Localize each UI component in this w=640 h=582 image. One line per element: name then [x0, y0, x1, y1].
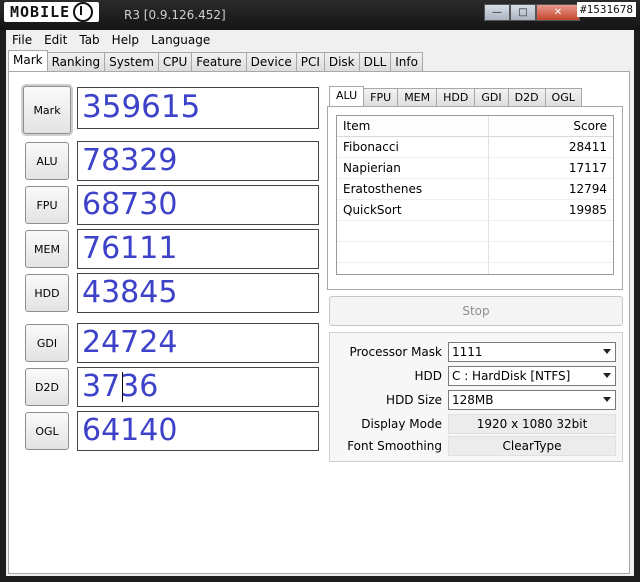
close-icon[interactable]: ✕	[536, 4, 580, 21]
display-mode-row: Display Mode 1920 x 1080 32bit	[330, 413, 624, 435]
mem-button[interactable]: MEM	[25, 230, 69, 268]
text-cursor	[122, 372, 123, 402]
client-area: File Edit Tab Help Language Mark Ranking…	[6, 30, 634, 576]
brand-mark-icon	[73, 2, 94, 22]
results-list[interactable]: Item Score Fibonacci 28411 Napierian 171…	[336, 115, 614, 275]
empty-row	[337, 263, 613, 274]
processor-mask-select[interactable]: 1111	[448, 342, 616, 362]
column-item[interactable]: Item	[337, 116, 489, 136]
column-score[interactable]: Score	[489, 116, 613, 136]
tab-disk[interactable]: Disk	[323, 52, 360, 71]
hdd-size-label: HDD Size	[386, 393, 442, 407]
hdd-select[interactable]: C : HardDisk [NTFS]	[448, 366, 616, 386]
d2d-button[interactable]: D2D	[25, 368, 69, 406]
tab-pci[interactable]: PCI	[295, 52, 325, 71]
tab-feature[interactable]: Feature	[191, 52, 247, 71]
font-smoothing-row: Font Smoothing ClearType	[330, 435, 624, 457]
d2d-score-value: 3736	[82, 369, 159, 404]
settings-group: Processor Mask 1111 HDD C : HardDisk [NT…	[329, 332, 623, 462]
brand-text: MOBILE	[10, 3, 71, 21]
hdd-size-select[interactable]: 128MB	[448, 390, 616, 410]
ogl-button[interactable]: OGL	[25, 412, 69, 450]
mem-score: 76111	[77, 229, 319, 269]
hdd-button[interactable]: HDD	[25, 274, 69, 312]
display-mode-value: 1920 x 1080 32bit	[448, 414, 616, 434]
item-name: Eratosthenes	[337, 179, 489, 199]
processor-mask-row: Processor Mask 1111	[330, 341, 624, 363]
item-score: 17117	[568, 161, 607, 175]
tab-dll[interactable]: DLL	[358, 52, 392, 71]
main-tabs: Mark Ranking System CPU Feature Device P…	[8, 50, 423, 71]
watermark: #1531678	[577, 2, 636, 17]
list-item[interactable]: Fibonacci 28411	[337, 137, 613, 158]
gdi-button[interactable]: GDI	[25, 324, 69, 362]
hdd-value: C : HardDisk [NTFS]	[452, 369, 571, 383]
hdd-row: HDD C : HardDisk [NTFS]	[330, 365, 624, 387]
stop-button[interactable]: Stop	[329, 296, 623, 326]
item-score: 19985	[568, 203, 607, 217]
detail-tabs: ALU FPU MEM HDD GDI D2D OGL	[329, 86, 582, 107]
subtab-ogl[interactable]: OGL	[544, 88, 582, 107]
menu-bar: File Edit Tab Help Language	[6, 30, 634, 50]
item-score: 28411	[568, 140, 607, 154]
window-controls: — □ ✕	[484, 4, 580, 21]
list-header: Item Score	[337, 116, 613, 137]
app-version: R3 [0.9.126.452]	[124, 8, 226, 22]
font-smoothing-value: ClearType	[448, 436, 616, 456]
app-window: MOBILE R3 [0.9.126.452] — □ ✕ #1531678 F…	[0, 0, 640, 582]
fpu-button[interactable]: FPU	[25, 186, 69, 224]
subtab-mem[interactable]: MEM	[397, 88, 438, 107]
gdi-score: 24724	[77, 323, 319, 363]
item-name: Fibonacci	[337, 137, 489, 157]
hdd-size-row: HDD Size 128MB	[330, 389, 624, 411]
tab-mark[interactable]: Mark	[8, 50, 48, 71]
menu-language[interactable]: Language	[145, 33, 216, 47]
mark-score: 359615	[77, 87, 319, 129]
empty-row	[337, 221, 613, 242]
hdd-size-value: 128MB	[452, 393, 494, 407]
tab-device[interactable]: Device	[245, 52, 297, 71]
list-item[interactable]: Napierian 17117	[337, 158, 613, 179]
display-mode-label: Display Mode	[361, 417, 442, 431]
empty-row	[337, 242, 613, 263]
tab-system[interactable]: System	[104, 52, 159, 71]
minimize-icon[interactable]: —	[484, 4, 510, 21]
mark-button[interactable]: Mark	[23, 86, 71, 134]
subtab-alu[interactable]: ALU	[329, 86, 365, 107]
item-name: Napierian	[337, 158, 489, 178]
subtab-d2d[interactable]: D2D	[507, 88, 546, 107]
subtab-fpu[interactable]: FPU	[363, 88, 399, 107]
tab-cpu[interactable]: CPU	[157, 52, 193, 71]
menu-edit[interactable]: Edit	[38, 33, 73, 47]
d2d-score: 3736	[77, 367, 319, 407]
brand-logo: MOBILE	[4, 2, 100, 22]
font-smoothing-label: Font Smoothing	[347, 439, 442, 453]
tab-ranking[interactable]: Ranking	[46, 52, 106, 71]
mark-panel: Mark 359615 ALU 78329 FPU 68730 MEM 7611…	[8, 71, 630, 574]
chevron-down-icon	[603, 349, 611, 354]
processor-mask-value: 1111	[452, 345, 483, 359]
title-bar: MOBILE R3 [0.9.126.452] — □ ✕ #1531678	[0, 0, 640, 30]
maximize-icon[interactable]: □	[510, 4, 536, 21]
ogl-score: 64140	[77, 411, 319, 451]
subtab-hdd[interactable]: HDD	[436, 88, 476, 107]
subtab-gdi[interactable]: GDI	[474, 88, 509, 107]
alu-detail-panel: Item Score Fibonacci 28411 Napierian 171…	[327, 106, 623, 290]
menu-help[interactable]: Help	[106, 33, 145, 47]
menu-tab[interactable]: Tab	[73, 33, 105, 47]
tab-info[interactable]: Info	[390, 52, 423, 71]
list-item[interactable]: Eratosthenes 12794	[337, 179, 613, 200]
chevron-down-icon	[603, 373, 611, 378]
menu-file[interactable]: File	[6, 33, 38, 47]
chevron-down-icon	[603, 397, 611, 402]
list-item[interactable]: QuickSort 19985	[337, 200, 613, 221]
hdd-label: HDD	[414, 369, 442, 383]
alu-button[interactable]: ALU	[25, 142, 69, 180]
item-score: 12794	[568, 182, 607, 196]
item-name: QuickSort	[337, 200, 489, 220]
fpu-score: 68730	[77, 185, 319, 225]
hdd-score: 43845	[77, 273, 319, 313]
alu-score: 78329	[77, 141, 319, 181]
processor-mask-label: Processor Mask	[349, 345, 442, 359]
